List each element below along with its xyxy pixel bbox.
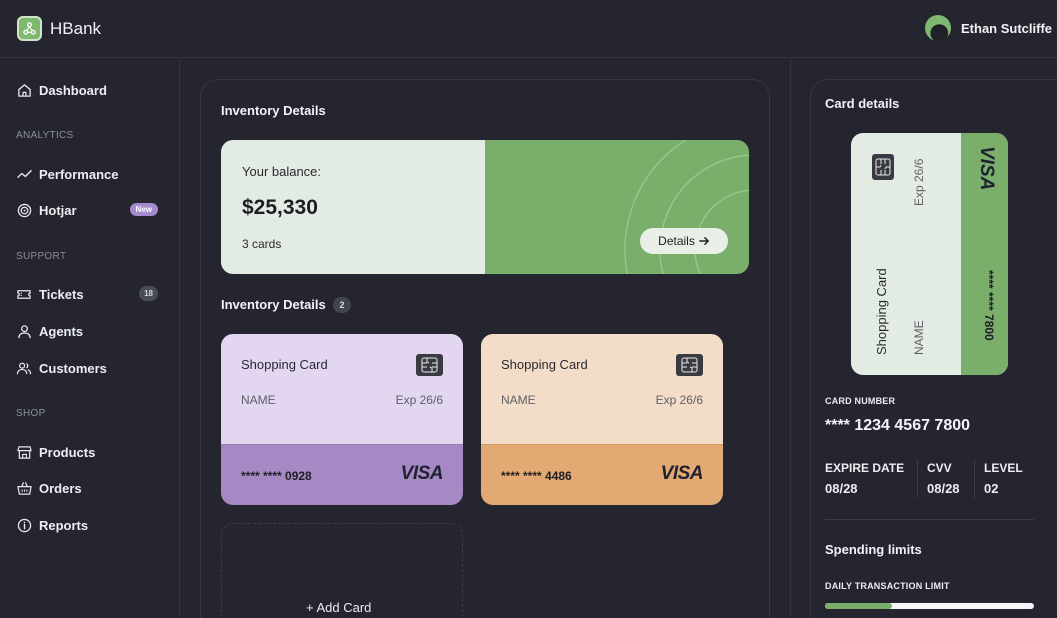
visa-logo: VISA <box>400 463 444 484</box>
card-bottom: **** **** 0928 VISA <box>221 444 463 505</box>
separator <box>917 460 918 498</box>
cards-section-title: Inventory Details <box>221 297 326 312</box>
new-badge: New <box>129 203 158 216</box>
add-card-button[interactable]: + Add Card <box>306 600 371 615</box>
user-avatar[interactable] <box>925 15 951 41</box>
balance-card: Your balance: $25,330 3 cards Details <box>221 140 749 274</box>
cvv-value: 08/28 <box>927 481 960 496</box>
card-title: Shopping Card <box>501 357 588 372</box>
card-number-value: **** 1234 4567 7800 <box>825 417 971 434</box>
panel-divider <box>790 59 791 618</box>
sidebar-item-label: Tickets <box>39 286 84 302</box>
chip-icon <box>416 354 443 376</box>
expire-date-value: 08/28 <box>825 481 858 496</box>
basket-icon <box>16 480 32 496</box>
spending-limits-title: Spending limits <box>825 542 922 557</box>
card-holder-name: NAME <box>241 393 276 407</box>
details-button-label: Details <box>658 234 695 248</box>
store-icon <box>16 444 32 460</box>
card-number: **** **** 4486 <box>501 469 572 483</box>
level-value: 02 <box>984 481 999 496</box>
cvv-label: CVV <box>927 461 952 475</box>
top-bar: HBank Ethan Sutcliffe <box>0 0 1057 58</box>
details-button[interactable]: Details <box>640 228 728 254</box>
sidebar-item-customers[interactable]: Customers <box>16 357 166 379</box>
section-label-analytics: ANALYTICS <box>16 130 74 141</box>
user-icon <box>16 323 32 339</box>
balance-amount: $25,330 <box>242 196 318 219</box>
card-top: Shopping Card NAME Exp 26/6 <box>221 334 463 444</box>
balance-decoration: Details <box>485 140 749 274</box>
daily-limit-progress-fill <box>825 603 892 609</box>
sidebar-item-label: Reports <box>39 517 89 533</box>
sidebar-item-label: Orders <box>39 480 82 496</box>
card-number: **** **** 0928 <box>241 469 312 483</box>
sidebar-item-hotjar[interactable]: Hotjar New <box>16 199 166 221</box>
home-icon <box>16 82 32 98</box>
shopping-card-0928[interactable]: Shopping Card NAME Exp 26/6 **** **** 09… <box>221 334 463 505</box>
sidebar-item-reports[interactable]: Reports <box>16 514 166 536</box>
sidebar-item-label: Hotjar <box>39 202 77 218</box>
sidebar-item-tickets[interactable]: Tickets 18 <box>16 283 166 305</box>
card-expiry: Exp 26/6 <box>395 393 443 407</box>
visa-logo: VISA <box>976 146 997 191</box>
sidebar-item-products[interactable]: Products <box>16 441 166 463</box>
shopping-card-4486[interactable]: Shopping Card NAME Exp 26/6 **** **** 44… <box>481 334 723 505</box>
sidebar-item-label: Products <box>39 444 96 460</box>
sidebar-item-label: Performance <box>39 166 119 182</box>
trend-line-icon <box>16 166 32 182</box>
card-expiry: Exp 26/6 <box>655 393 703 407</box>
cards-count-badge: 2 <box>333 297 351 313</box>
chip-icon <box>872 154 894 180</box>
sidebar-item-orders[interactable]: Orders <box>16 477 166 499</box>
card-title: Shopping Card <box>241 357 328 372</box>
section-divider <box>825 519 1034 520</box>
daily-limit-progress <box>825 603 1034 609</box>
card-details-title: Card details <box>825 96 900 111</box>
sidebar-item-dashboard[interactable]: Dashboard <box>16 79 166 101</box>
selected-card-vertical[interactable]: Exp 26/6 Shopping Card NAME VISA **** **… <box>851 133 1008 375</box>
card-bottom: **** **** 4486 VISA <box>481 444 723 505</box>
info-circle-icon <box>16 517 32 533</box>
tickets-count-badge: 18 <box>139 286 158 301</box>
users-icon <box>16 360 32 376</box>
balance-info: Your balance: $25,330 3 cards <box>221 140 485 274</box>
arrow-right-icon <box>699 237 709 245</box>
balance-label: Your balance: <box>242 164 322 179</box>
sidebar-item-label: Agents <box>39 323 84 339</box>
section-label-shop: SHOP <box>16 408 46 419</box>
inventory-title: Inventory Details <box>221 103 326 118</box>
sidebar-item-label: Customers <box>39 360 107 376</box>
visa-logo: VISA <box>660 463 704 484</box>
sidebar-item-agents[interactable]: Agents <box>16 320 166 342</box>
card-top: Shopping Card NAME Exp 26/6 <box>481 334 723 444</box>
expire-date-label: EXPIRE DATE <box>825 461 905 475</box>
section-label-support: SUPPORT <box>16 251 67 262</box>
card-holder-name: NAME <box>501 393 536 407</box>
level-label: LEVEL <box>984 461 1023 475</box>
vertical-card-expiry: Exp 26/6 <box>912 158 926 206</box>
brand-name: HBank <box>50 19 102 38</box>
vertical-card-title: Shopping Card <box>874 268 889 355</box>
daily-limit-label: DAILY TRANSACTION LIMIT <box>825 581 950 591</box>
separator <box>974 460 975 498</box>
cards-count: 3 cards <box>242 237 282 251</box>
sidebar-item-performance[interactable]: Performance <box>16 163 166 185</box>
hbank-logo-icon[interactable] <box>17 16 42 41</box>
vertical-card-number: **** **** 7800 <box>982 270 996 341</box>
chip-icon <box>676 354 703 376</box>
card-number-label: CARD NUMBER <box>825 396 896 406</box>
ticket-icon <box>16 286 32 302</box>
target-icon <box>16 202 32 218</box>
vertical-card-name: NAME <box>912 320 926 355</box>
user-name[interactable]: Ethan Sutcliffe <box>961 21 1052 36</box>
sidebar-item-label: Dashboard <box>39 82 107 98</box>
